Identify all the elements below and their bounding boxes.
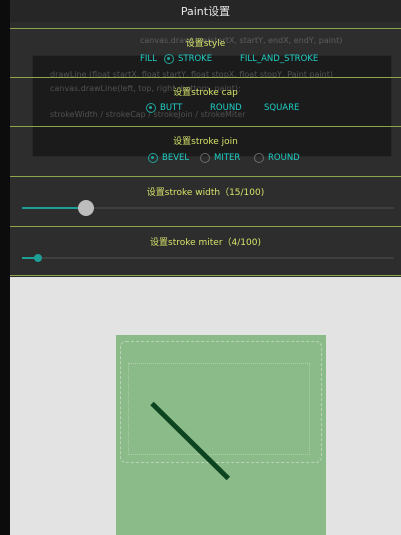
radio-label: BEVEL — [162, 153, 190, 163]
radio-option-square[interactable]: SQUARE — [264, 100, 299, 116]
radio-label: STROKE — [178, 54, 213, 64]
radio-option-butt[interactable]: BUTT — [146, 100, 182, 116]
radio-label: FILL — [140, 54, 157, 64]
radio-option-stroke[interactable]: STROKE — [164, 51, 212, 67]
radio-label: BUTT — [160, 103, 183, 113]
style-radio-group: FILL STROKE FILL_AND_STROKE — [10, 51, 401, 67]
radio-label: ROUND — [268, 153, 300, 163]
dialog-title-text: Paint设置 — [180, 5, 231, 18]
width-section-label: 设置stroke width（15/100) — [146, 188, 265, 198]
stroke-width-slider[interactable] — [22, 200, 394, 216]
radio-label: MITER — [214, 153, 241, 163]
radio-option-bevel[interactable]: BEVEL — [148, 150, 189, 166]
radio-option-fill[interactable]: FILL — [140, 51, 157, 67]
radio-label: SQUARE — [264, 103, 300, 113]
join-radio-group: BEVEL MITER ROUND — [10, 150, 401, 166]
canvas-drawing-surface — [116, 335, 326, 535]
slider-thumb-icon[interactable] — [34, 254, 42, 262]
divider — [10, 126, 401, 127]
join-section-label: 设置stroke join — [173, 137, 238, 147]
cap-section-label: 设置stroke cap — [173, 88, 238, 98]
radio-button-icon[interactable] — [254, 153, 264, 163]
divider — [10, 28, 401, 29]
miter-section-label: 设置stroke miter（4/100) — [150, 238, 261, 248]
radio-button-icon[interactable] — [146, 103, 156, 113]
dialog-title: Paint设置 — [10, 0, 401, 22]
radio-option-round[interactable]: ROUND — [254, 150, 300, 166]
radio-label: FILL_AND_STROKE — [240, 54, 319, 64]
drawing-canvas — [10, 277, 401, 535]
left-edge-strip — [0, 0, 10, 535]
radio-button-icon[interactable] — [148, 153, 158, 163]
slider-thumb-icon[interactable] — [78, 200, 94, 216]
stroke-miter-slider[interactable] — [22, 254, 394, 262]
style-section-label: 设置style — [185, 39, 226, 49]
divider — [10, 226, 401, 227]
paint-settings-panel: canvas.drawLine(startX, startY, endX, en… — [10, 0, 401, 277]
cap-radio-group: BUTT ROUND SQUARE — [10, 100, 401, 116]
radio-button-icon[interactable] — [200, 153, 210, 163]
divider — [10, 275, 401, 276]
radio-label: ROUND — [210, 103, 242, 113]
radio-button-icon[interactable] — [164, 54, 174, 64]
slider-fill — [22, 207, 78, 209]
radio-option-fill-and-stroke[interactable]: FILL_AND_STROKE — [240, 51, 318, 67]
divider — [10, 176, 401, 177]
radio-option-miter[interactable]: MITER — [200, 150, 240, 166]
radio-option-round[interactable]: ROUND — [210, 100, 242, 116]
divider — [10, 77, 401, 78]
